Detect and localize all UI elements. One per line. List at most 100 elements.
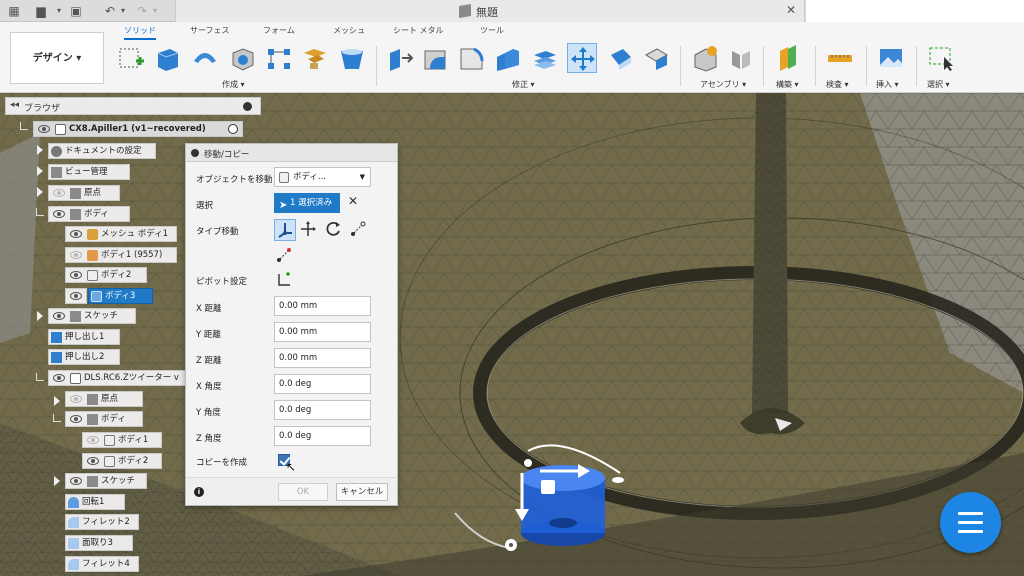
tree-node-doc-settings[interactable]: ドキュメントの設定 — [48, 143, 156, 159]
tree-node-sub-origin[interactable]: 原点 — [65, 391, 143, 407]
shell-modify-tool[interactable] — [493, 43, 523, 73]
construct-group-label[interactable]: 構築 ▾ — [776, 79, 799, 90]
z-angle-input[interactable]: 0.0 deg — [274, 426, 371, 446]
browser-header[interactable]: ◂◂ ブラウザ — [5, 97, 261, 115]
cancel-button[interactable]: キャンセル — [336, 483, 388, 501]
grid-icon[interactable]: ▦ — [6, 3, 22, 19]
tree-node-sub-bodies[interactable]: ボディ — [65, 411, 143, 427]
insert-group-label[interactable]: 挿入 ▾ — [876, 79, 899, 90]
eye-icon[interactable] — [70, 230, 82, 238]
tree-node-fillet4[interactable]: フィレット4 — [65, 556, 139, 572]
measure-tool[interactable] — [825, 43, 855, 73]
new-sketch-tool[interactable] — [116, 43, 146, 73]
tree-node-views[interactable]: ビュー管理 — [48, 164, 130, 180]
x-angle-input[interactable]: 0.0 deg — [274, 374, 371, 394]
move-copy-tool[interactable] — [567, 43, 597, 73]
expand-toggle[interactable] — [54, 396, 60, 406]
tree-node-extrude1[interactable]: 押し出し1 — [48, 329, 120, 345]
insert-image-tool[interactable] — [876, 43, 906, 73]
ok-button[interactable]: OK — [278, 483, 328, 501]
expand-toggle[interactable] — [37, 145, 43, 155]
press-pull-tool[interactable] — [386, 43, 416, 73]
tree-node-origin[interactable]: 原点 — [48, 185, 120, 201]
z-distance-input[interactable]: 0.00 mm — [274, 348, 371, 368]
info-icon[interactable]: i — [194, 487, 204, 497]
undo-dropdown-icon[interactable]: ▾ — [115, 3, 131, 19]
align-tool[interactable] — [605, 43, 635, 73]
rotate-button[interactable] — [323, 219, 345, 241]
tab-sheet-metal[interactable]: シート メタル — [393, 25, 444, 36]
combine-tool[interactable] — [530, 43, 560, 73]
tree-node-sub-body2[interactable]: ボディ2 — [82, 453, 162, 469]
workspace-switcher[interactable]: デザイン ▾ — [10, 32, 104, 84]
document-tab[interactable]: 無題 ✕ — [175, 0, 805, 22]
tree-node-bodies[interactable]: ボディ — [48, 206, 130, 222]
collapse-icon[interactable] — [191, 149, 199, 157]
joint-tool[interactable] — [726, 43, 756, 73]
pin-icon[interactable] — [243, 102, 252, 111]
eye-icon[interactable] — [53, 374, 65, 382]
selection-button[interactable]: ➤ 1 選択済み — [274, 193, 340, 213]
emboss-tool[interactable] — [300, 43, 330, 73]
point-to-position-button[interactable] — [274, 245, 296, 267]
eye-icon[interactable] — [70, 271, 82, 279]
pivot-set-button[interactable] — [274, 270, 296, 292]
eye-icon[interactable] — [53, 210, 65, 218]
tab-tools[interactable]: ツール — [480, 25, 504, 36]
eye-icon[interactable] — [87, 436, 99, 444]
tree-node-extrude2[interactable]: 押し出し2 — [48, 349, 120, 365]
modify-group-label[interactable]: 修正 ▾ — [512, 79, 535, 90]
expand-toggle[interactable] — [36, 373, 44, 381]
clear-selection-icon[interactable]: ✕ — [348, 194, 358, 208]
eye-icon[interactable] — [70, 292, 82, 300]
delete-tool[interactable] — [641, 43, 671, 73]
fillet-tool[interactable] — [420, 43, 450, 73]
active-radio-icon[interactable] — [228, 124, 238, 134]
y-distance-input[interactable]: 0.00 mm — [274, 322, 371, 342]
assemble-group-label[interactable]: アセンブリ ▾ — [700, 79, 746, 90]
tree-node-subcomponent[interactable]: DLS.RC6.Zツイーター v — [48, 370, 186, 386]
tree-node-body3[interactable]: ボディ3 — [88, 288, 153, 304]
file-icon[interactable]: ▆ — [33, 3, 49, 19]
expand-toggle[interactable] — [37, 311, 43, 321]
expand-toggle[interactable] — [37, 187, 43, 197]
expand-toggle[interactable] — [36, 208, 44, 216]
point-to-point-button[interactable] — [348, 219, 370, 241]
object-type-select[interactable]: ボディ... ▼ — [274, 167, 371, 187]
tree-node-body1[interactable]: ボディ1 (9557) — [65, 247, 177, 263]
create-group-label[interactable]: 作成 ▾ — [222, 79, 245, 90]
eye-icon[interactable] — [70, 395, 82, 403]
tree-root-node[interactable]: CX8.Apiller1 (v1~recovered) — [33, 121, 243, 137]
dialog-header[interactable]: 移動/コピー — [186, 144, 397, 162]
expand-toggle[interactable] — [53, 414, 61, 422]
tree-node-revolve1[interactable]: 回転1 — [65, 494, 125, 510]
tab-form[interactable]: フォーム — [263, 25, 295, 36]
free-move-button[interactable] — [274, 219, 296, 241]
chamfer-tool[interactable] — [456, 43, 486, 73]
tree-node-body2[interactable]: ボディ2 — [65, 267, 147, 283]
tab-surface[interactable]: サーフェス — [190, 25, 230, 36]
eye-icon[interactable] — [70, 251, 82, 259]
tree-node-sub-sketches[interactable]: スケッチ — [65, 473, 147, 489]
tab-mesh[interactable]: メッシュ — [333, 25, 365, 36]
canvas-viewport[interactable] — [0, 93, 1024, 576]
expand-toggle[interactable] — [37, 166, 43, 176]
eye-icon[interactable] — [53, 312, 65, 320]
new-component-tool[interactable] — [690, 43, 720, 73]
close-icon[interactable]: ✕ — [786, 3, 796, 17]
extrude-tool[interactable] — [152, 43, 182, 73]
tree-node-sketches[interactable]: スケッチ — [48, 308, 136, 324]
select-group-label[interactable]: 選択 ▾ — [927, 79, 950, 90]
select-tool[interactable] — [926, 43, 956, 73]
redo-dropdown-icon[interactable]: ▾ — [147, 3, 163, 19]
save-icon[interactable]: ▣ — [68, 3, 84, 19]
box-tool[interactable] — [227, 43, 257, 73]
offset-plane-tool[interactable] — [774, 43, 804, 73]
eye-icon[interactable] — [53, 189, 65, 197]
eye-icon[interactable] — [70, 415, 82, 423]
revolve-tool[interactable] — [190, 43, 220, 73]
file-dropdown-icon[interactable]: ▾ — [51, 3, 67, 19]
expand-toggle[interactable] — [54, 476, 60, 486]
tree-node-chamfer3[interactable]: 面取り3 — [65, 535, 133, 551]
tree-node-sub-body1[interactable]: ボディ1 — [82, 432, 162, 448]
